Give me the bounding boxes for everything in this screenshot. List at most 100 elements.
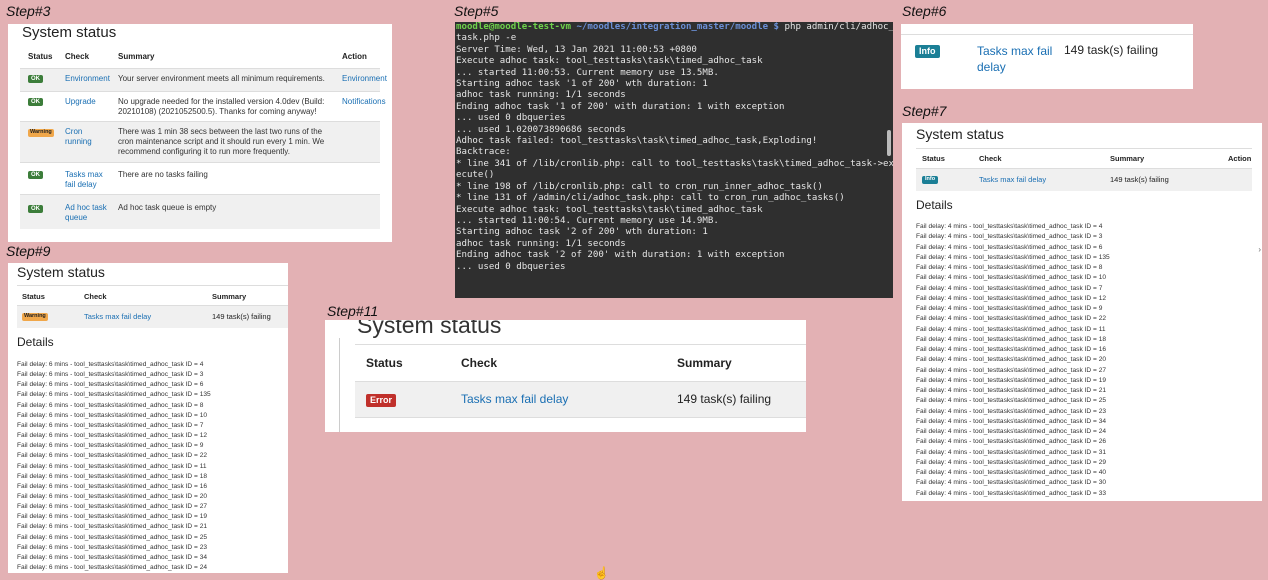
detail-line: Fail delay: 4 mins - tool_testtasks\task…	[916, 489, 1107, 497]
detail-line: Fail delay: 6 mins - tool_testtasks\task…	[17, 371, 204, 379]
summary-text: There are no tasks failing	[118, 170, 208, 179]
detail-line: Fail delay: 4 mins - tool_testtasks\task…	[916, 274, 1107, 282]
detail-line: Fail delay: 4 mins - tool_testtasks\task…	[916, 397, 1107, 405]
check-link[interactable]: Environment	[65, 74, 110, 83]
summary-text: 149 task(s) failing	[677, 392, 772, 406]
terminal-line: ... started 11:00:54. Current memory use…	[456, 215, 719, 226]
status-badge: OK	[28, 205, 43, 213]
header-check: Check	[65, 52, 90, 61]
table-header: Status Check Summary	[17, 285, 288, 306]
check-link[interactable]: Tasks max fail delay	[979, 175, 1046, 184]
header-status: Status	[366, 356, 403, 370]
scroll-indicator-icon: ›	[1258, 245, 1261, 254]
detail-line: Fail delay: 6 mins - tool_testtasks\task…	[17, 391, 211, 399]
header-check: Check	[84, 292, 107, 301]
step3-label: Step#3	[6, 3, 51, 19]
terminal-line: * line 198 of /lib/cronlib.php: call to …	[456, 181, 823, 192]
step11-system-status-panel: System status Status Check Summary Error…	[325, 320, 806, 432]
step9-system-status-panel: System status Status Check Summary Warni…	[8, 263, 288, 573]
header-status: Status	[922, 154, 945, 163]
summary-text: Your server environment meets all minimu…	[118, 74, 325, 83]
summary-text: No upgrade needed for the installed vers…	[118, 97, 325, 116]
status-badge: Error	[366, 394, 397, 407]
detail-line: Fail delay: 4 mins - tool_testtasks\task…	[916, 243, 1103, 251]
step9-label: Step#9	[6, 243, 51, 259]
status-badge: OK	[28, 98, 43, 106]
detail-line: Fail delay: 4 mins - tool_testtasks\task…	[916, 438, 1107, 446]
status-badge: Warning	[22, 313, 48, 321]
action-link[interactable]: Environment	[342, 74, 387, 83]
terminal-line: Execute adhoc task: tool_testtasks\task\…	[456, 56, 763, 67]
detail-line: Fail delay: 6 mins - tool_testtasks\task…	[17, 533, 208, 541]
check-link[interactable]: Tasks max fail delay	[65, 170, 110, 190]
detail-line: Fail delay: 4 mins - tool_testtasks\task…	[916, 356, 1107, 364]
detail-line: Fail delay: 4 mins - tool_testtasks\task…	[916, 223, 1103, 230]
detail-line: Fail delay: 6 mins - tool_testtasks\task…	[17, 401, 204, 409]
step5-label: Step#5	[454, 3, 499, 19]
detail-line: Fail delay: 4 mins - tool_testtasks\task…	[916, 428, 1107, 435]
terminal-output: task.php -e Server Time: Wed, 13 Jan 2021…	[455, 33, 893, 273]
detail-line: Fail delay: 6 mins - tool_testtasks\task…	[17, 513, 208, 521]
detail-line: Fail delay: 4 mins - tool_testtasks\task…	[916, 346, 1107, 353]
terminal-line: * line 131 of /admin/cli/adhoc_task.php:…	[456, 193, 845, 204]
header-action: Action	[1228, 154, 1252, 163]
detail-line: Fail delay: 4 mins - tool_testtasks\task…	[916, 407, 1107, 415]
step3-system-status-panel: System status Status Check Summary Actio…	[8, 24, 392, 242]
terminal-line: adhoc task running: 1/1 seconds	[456, 238, 626, 249]
detail-line: Fail delay: 6 mins - tool_testtasks\task…	[17, 523, 208, 531]
detail-line: Fail delay: 4 mins - tool_testtasks\task…	[916, 376, 1107, 384]
table-row: Error Tasks max fail delay 149 task(s) f…	[355, 381, 806, 418]
detail-line: Fail delay: 4 mins - tool_testtasks\task…	[916, 479, 1107, 487]
terminal-line: ... started 11:00:53. Current memory use…	[456, 67, 719, 78]
terminal-line: Adhoc task failed: tool_testtasks\task\t…	[456, 136, 818, 147]
detail-line: Fail delay: 4 mins - tool_testtasks\task…	[916, 335, 1107, 343]
details-heading: Details	[916, 198, 953, 212]
table-row: Warning Cron running There was 1 min 38 …	[20, 121, 380, 162]
detail-line: Fail delay: 6 mins - tool_testtasks\task…	[17, 442, 204, 450]
check-link[interactable]: Upgrade	[65, 97, 96, 106]
terminal-line: Backtrace:	[456, 147, 511, 158]
terminal-command: php admin/cli/adhoc_	[779, 22, 894, 32]
terminal-line: task.php -e	[456, 33, 517, 44]
check-link[interactable]: Tasks max fail delay	[461, 392, 568, 406]
detail-line: Fail delay: 6 mins - tool_testtasks\task…	[17, 492, 208, 500]
detail-line: Fail delay: 6 mins - tool_testtasks\task…	[17, 421, 204, 429]
detail-line: Fail delay: 4 mins - tool_testtasks\task…	[916, 253, 1110, 261]
divider	[339, 338, 340, 432]
table-row: Info Tasks max fail delay 149 task(s) fa…	[916, 168, 1252, 191]
check-link[interactable]: Tasks max fail delay	[84, 312, 151, 321]
terminal-line: ... used 0 dbqueries	[456, 113, 566, 124]
status-badge: OK	[28, 171, 43, 179]
status-badge: Warning	[28, 129, 54, 137]
page-title: System status	[22, 24, 117, 41]
page-title: System status	[916, 126, 1004, 142]
detail-line: Fail delay: 6 mins - tool_testtasks\task…	[17, 462, 207, 470]
terminal-line: Execute adhoc task: tool_testtasks\task\…	[456, 204, 763, 215]
detail-line: Fail delay: 4 mins - tool_testtasks\task…	[916, 448, 1107, 456]
detail-line: Fail delay: 6 mins - tool_testtasks\task…	[17, 361, 204, 368]
detail-line: Fail delay: 4 mins - tool_testtasks\task…	[916, 233, 1103, 241]
details-heading: Details	[17, 335, 54, 349]
action-link[interactable]: Notifications	[342, 97, 386, 106]
terminal-line: Server Time: Wed, 13 Jan 2021 11:00:53 +…	[456, 44, 697, 55]
table-header: Status Check Summary Action	[20, 52, 380, 66]
check-link[interactable]: Ad hoc task queue	[65, 203, 110, 223]
terminal-prompt-user: moodle@moodle-test-vm	[456, 22, 571, 32]
detail-line: Fail delay: 4 mins - tool_testtasks\task…	[916, 387, 1107, 394]
header-action: Action	[342, 52, 367, 61]
header-status: Status	[28, 52, 53, 61]
detail-line: Fail delay: 6 mins - tool_testtasks\task…	[17, 472, 208, 480]
status-badge: OK	[28, 75, 43, 83]
detail-line: Fail delay: 4 mins - tool_testtasks\task…	[916, 325, 1106, 333]
step6-label: Step#6	[902, 3, 947, 19]
terminal-window[interactable]: moodle@moodle-test-vm ~/moodles/integrat…	[455, 22, 893, 298]
detail-line: Fail delay: 4 mins - tool_testtasks\task…	[916, 294, 1107, 302]
terminal-line: * line 341 of /lib/cronlib.php: call to …	[456, 158, 893, 169]
check-link[interactable]: Cron running	[65, 127, 110, 147]
table-row: OK Upgrade No upgrade needed for the ins…	[20, 91, 386, 122]
summary-text: 149 task(s) failing	[1110, 175, 1169, 184]
check-link[interactable]: Tasks max fail delay	[977, 43, 1057, 75]
mouse-cursor-icon: ☝	[594, 566, 609, 580]
detail-line: Fail delay: 4 mins - tool_testtasks\task…	[916, 284, 1103, 292]
terminal-scrollbar[interactable]	[887, 130, 891, 156]
